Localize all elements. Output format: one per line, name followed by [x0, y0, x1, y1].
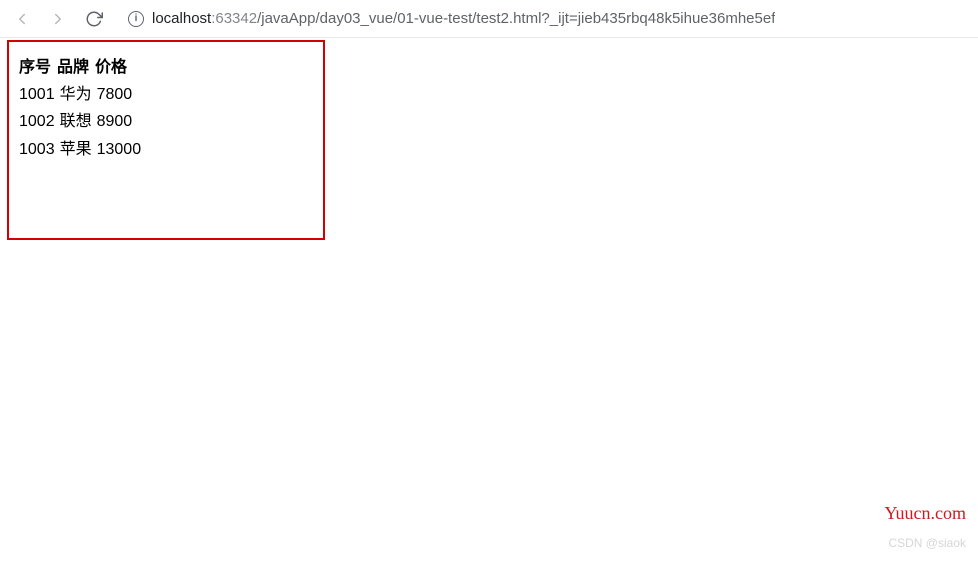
table-header-row: 序号 品牌 价格	[19, 54, 313, 81]
site-info-icon[interactable]: i	[128, 11, 144, 27]
reload-button[interactable]	[80, 5, 108, 33]
cell-price: 13000	[97, 136, 142, 163]
url-port: :63342	[211, 10, 257, 27]
data-table: 序号 品牌 价格 1001 华为 7800 1002 联想 8900 1003 …	[19, 54, 313, 163]
url-path: /javaApp/day03_vue/01-vue-test/test2.htm…	[257, 10, 775, 27]
url-text: localhost:63342/javaApp/day03_vue/01-vue…	[152, 10, 775, 27]
arrow-right-icon	[49, 10, 67, 28]
browser-toolbar: i localhost:63342/javaApp/day03_vue/01-v…	[0, 0, 978, 38]
data-container: 序号 品牌 价格 1001 华为 7800 1002 联想 8900 1003 …	[7, 40, 325, 240]
page-content: 序号 品牌 价格 1001 华为 7800 1002 联想 8900 1003 …	[0, 38, 978, 568]
table-row: 1001 华为 7800	[19, 81, 313, 108]
watermark-csdn: CSDN @siaok	[888, 536, 966, 550]
reload-icon	[85, 10, 103, 28]
header-price: 价格	[95, 54, 127, 81]
cell-brand: 苹果	[60, 136, 92, 163]
header-brand: 品牌	[57, 54, 89, 81]
watermark-site: Yuucn.com	[885, 503, 966, 524]
table-row: 1003 苹果 13000	[19, 136, 313, 163]
back-button[interactable]	[8, 5, 36, 33]
cell-price: 8900	[97, 108, 133, 135]
cell-id: 1002	[19, 108, 55, 135]
cell-id: 1001	[19, 81, 55, 108]
cell-brand: 联想	[60, 108, 92, 135]
address-bar[interactable]: i localhost:63342/javaApp/day03_vue/01-v…	[116, 5, 970, 33]
header-id: 序号	[19, 54, 51, 81]
url-host: localhost	[152, 10, 211, 27]
cell-price: 7800	[97, 81, 133, 108]
cell-id: 1003	[19, 136, 55, 163]
cell-brand: 华为	[60, 81, 92, 108]
arrow-left-icon	[13, 10, 31, 28]
forward-button[interactable]	[44, 5, 72, 33]
table-row: 1002 联想 8900	[19, 108, 313, 135]
